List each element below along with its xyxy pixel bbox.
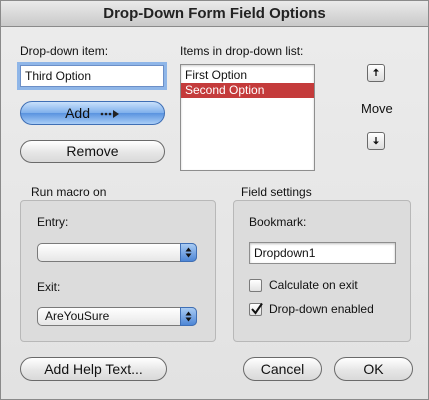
calculate-on-exit-label[interactable]: Calculate on exit [269,278,358,292]
add-arrow-icon [100,103,120,125]
popup-arrows-icon [180,243,197,262]
move-up-arrow-icon [373,68,379,76]
ok-button[interactable]: OK [334,357,413,381]
entry-label: Entry: [37,215,69,229]
dropdown-item-label: Drop-down item: [20,44,109,58]
bookmark-label: Bookmark: [249,215,307,229]
move-label: Move [361,101,393,116]
list-item[interactable]: First Option [181,68,314,83]
exit-value: AreYouSure [45,309,110,323]
exit-label: Exit: [37,280,61,294]
run-macro-title: Run macro on [31,185,107,199]
items-listbox[interactable]: First Option Second Option [180,64,315,171]
calculate-on-exit-checkbox[interactable] [249,279,262,292]
run-macro-group: Entry: Exit: AreYouSure [20,200,216,342]
exit-popup[interactable]: AreYouSure [37,307,197,326]
cancel-button[interactable]: Cancel [243,357,322,381]
add-help-text-button[interactable]: Add Help Text... [20,357,167,381]
checkmark-icon [251,302,263,315]
entry-popup[interactable] [37,243,197,262]
remove-button[interactable]: Remove [20,140,165,163]
popup-arrows-icon [180,307,197,326]
add-button-label: Add [65,105,91,121]
move-up-button[interactable] [367,64,385,82]
dropdown-enabled-checkbox[interactable] [249,302,263,316]
window-title: Drop-Down Form Field Options [1,1,428,27]
dropdown-enabled-label[interactable]: Drop-down enabled [269,302,374,316]
field-settings-group: Bookmark: Dropdown1 Calculate on exit Dr… [233,200,411,342]
add-button[interactable]: Add [20,101,165,125]
move-down-button[interactable] [367,132,385,150]
list-item-selected[interactable]: Second Option [181,83,314,98]
drop-down-form-field-options-dialog: Drop-Down Form Field Options Drop-down i… [0,0,429,400]
dropdown-item-input[interactable]: Third Option [20,65,164,87]
field-settings-title: Field settings [241,185,312,199]
items-list-label: Items in drop-down list: [180,44,304,58]
bookmark-input[interactable]: Dropdown1 [249,242,396,264]
move-down-arrow-icon [373,137,379,145]
